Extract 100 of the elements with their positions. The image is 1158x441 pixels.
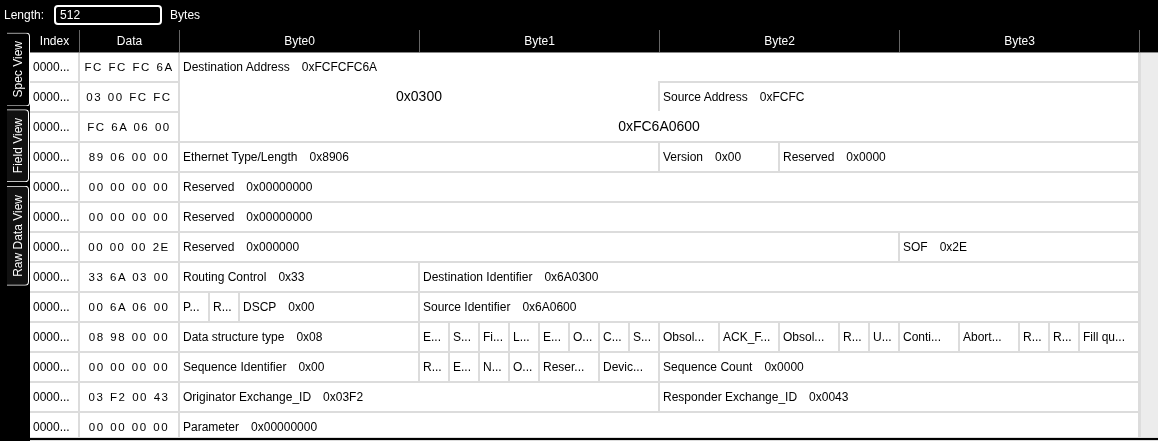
field-value: 0x00000000 — [246, 210, 313, 224]
index-cell: 0000... — [30, 143, 80, 173]
field-label: O... — [513, 360, 533, 374]
index-cell: 0000... — [30, 203, 80, 233]
field-cell[interactable]: Conti... — [900, 323, 960, 353]
field-cell[interactable]: O... — [570, 323, 600, 353]
field-cell[interactable]: Obsol... — [780, 323, 840, 353]
field-label: Source Address — [663, 90, 748, 104]
index-cell: 0000... — [30, 263, 80, 293]
field-label: R... — [423, 360, 442, 374]
field-cell[interactable]: Reserved 0x00000000 — [180, 203, 1140, 233]
field-cell[interactable]: Source Identifier 0x6A0600 — [420, 293, 1140, 323]
field-value: 0x6A0300 — [544, 270, 599, 284]
field-cell[interactable]: Destination Identifier 0x6A0300 — [420, 263, 1140, 293]
field-label: Fi... — [483, 330, 503, 344]
field-cell[interactable]: Originator Exchange_ID 0x03F2 — [180, 383, 660, 413]
field-label: Reserved — [783, 150, 835, 164]
field-cell[interactable]: Sequence Identifier 0x00 — [180, 353, 420, 383]
field-cell[interactable]: E... — [450, 353, 480, 383]
field-cell[interactable]: E... — [420, 323, 450, 353]
index-cell: 0000... — [30, 233, 80, 263]
field-label: Abort... — [963, 330, 1002, 344]
view-tab[interactable]: Spec View — [7, 32, 30, 107]
field-cell[interactable]: R... — [1050, 323, 1080, 353]
field-value: 0x6A0600 — [522, 300, 577, 314]
field-label: Reserved — [183, 240, 235, 254]
field-cell[interactable]: C... — [600, 323, 630, 353]
field-cell[interactable]: N... — [480, 353, 510, 383]
field-label: Conti... — [903, 330, 941, 344]
field-label: R... — [843, 330, 862, 344]
field-cell[interactable]: O... — [510, 353, 540, 383]
field-cell[interactable]: P... — [180, 293, 210, 323]
field-label: Ethernet Type/Length — [183, 150, 298, 164]
field-label: E... — [453, 360, 471, 374]
field-cell[interactable]: R... — [1020, 323, 1050, 353]
field-cell[interactable]: Parameter 0x00000000 — [180, 413, 1140, 437]
field-label: Destination Address — [183, 60, 290, 74]
field-label: O... — [573, 330, 593, 344]
field-cell[interactable]: Source Address 0xFCFC — [660, 83, 1140, 113]
field-label: C... — [603, 330, 622, 344]
field-label: R... — [1023, 330, 1042, 344]
field-cell[interactable]: Devic... — [600, 353, 660, 383]
field-cell[interactable]: Obsol... — [660, 323, 720, 353]
field-cell[interactable]: Ethernet Type/Length 0x8906 — [180, 143, 660, 173]
field-cell[interactable]: ACK_F... — [720, 323, 780, 353]
index-cell: 0000... — [30, 353, 80, 383]
data-cell: 33 6A 03 00 — [80, 263, 180, 293]
field-label: Routing Control — [183, 270, 267, 284]
field-label: L... — [513, 330, 530, 344]
field-value: 0x8906 — [309, 150, 349, 164]
field-cell[interactable]: Data structure type 0x08 — [180, 323, 420, 353]
field-label: S... — [453, 330, 471, 344]
field-cell[interactable]: Reserved 0x00000000 — [180, 173, 1140, 203]
field-cell[interactable]: E... — [540, 323, 570, 353]
column-header: Data — [80, 30, 180, 52]
field-cell[interactable]: S... — [630, 323, 660, 353]
field-cell[interactable]: R... — [420, 353, 450, 383]
field-cell[interactable]: DSCP 0x00 — [240, 293, 420, 323]
unit-label: Bytes — [170, 8, 201, 22]
field-cell[interactable]: R... — [840, 323, 870, 353]
scrollbar-track[interactable] — [1140, 53, 1158, 437]
field-cell[interactable]: Destination Address 0xFCFCFC6A — [180, 53, 1140, 83]
field-cell[interactable]: S... — [450, 323, 480, 353]
field-cell[interactable]: Reser... — [540, 353, 600, 383]
view-tab[interactable]: Field View — [7, 109, 29, 183]
field-label: E... — [423, 330, 441, 344]
index-cell: 0000... — [30, 413, 80, 437]
field-label: R... — [213, 300, 232, 314]
field-label: E... — [543, 330, 561, 344]
field-value: 0x00000000 — [251, 420, 318, 434]
field-label: Data structure type — [183, 330, 285, 344]
view-tab[interactable]: Raw Data View — [7, 185, 29, 286]
field-label: Version — [663, 150, 704, 164]
field-cell[interactable]: R... — [210, 293, 240, 323]
field-label: Reserved — [183, 180, 235, 194]
field-cell[interactable]: L... — [510, 323, 540, 353]
field-cell[interactable]: Routing Control 0x33 — [180, 263, 420, 293]
field-label: Parameter — [183, 420, 240, 434]
field-cell[interactable]: Sequence Count 0x0000 — [660, 353, 1140, 383]
field-value: 0x00 — [288, 300, 315, 314]
field-value: 0x000000 — [246, 240, 300, 254]
field-cell[interactable]: Abort... — [960, 323, 1020, 353]
field-cell[interactable]: Fill qu... — [1080, 323, 1140, 353]
field-cell[interactable]: SOF 0x2E — [900, 233, 1140, 263]
field-cell[interactable]: Version 0x00 — [660, 143, 780, 173]
field-cell[interactable]: Fi... — [480, 323, 510, 353]
field-cell[interactable]: Responder Exchange_ID 0x0043 — [660, 383, 1140, 413]
field-value: 0x00000000 — [246, 180, 313, 194]
field-cell[interactable]: Reserved 0x0000 — [780, 143, 1140, 173]
field-value: 0x2E — [939, 240, 968, 254]
field-label: Destination Identifier — [423, 270, 533, 284]
field-value: 0x00 — [715, 150, 742, 164]
column-header: Byte2 — [660, 30, 900, 52]
field-label: R... — [1053, 330, 1072, 344]
index-cell: 0000... — [30, 293, 80, 323]
length-field[interactable]: 512 — [54, 5, 163, 25]
data-cell: 03 F2 00 43 — [80, 383, 180, 413]
field-cell[interactable]: U... — [870, 323, 900, 353]
index-cell: 0000... — [30, 323, 80, 353]
field-cell[interactable]: Reserved 0x000000 — [180, 233, 900, 263]
